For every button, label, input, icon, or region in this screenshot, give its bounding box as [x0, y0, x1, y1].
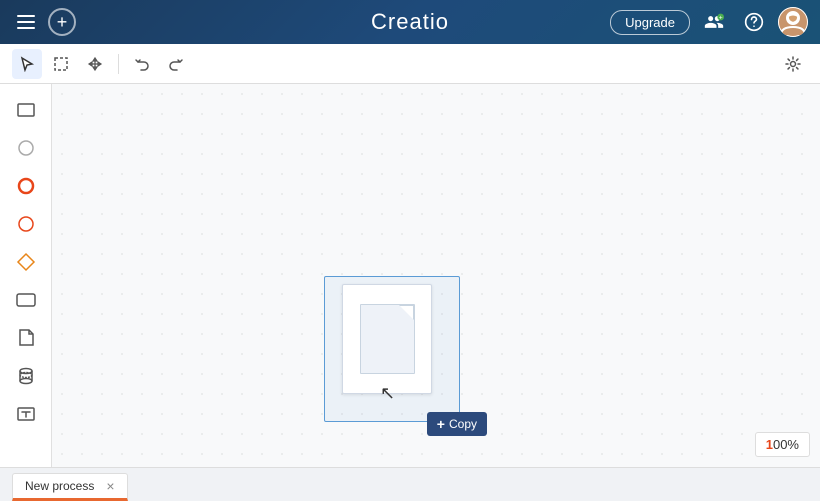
circle-shape-icon	[15, 137, 37, 159]
event-end-tool[interactable]	[8, 206, 44, 242]
help-icon	[744, 12, 764, 32]
hamburger-icon	[17, 15, 35, 29]
move-tool-button[interactable]	[80, 49, 110, 79]
rect-select-icon	[53, 56, 69, 72]
upgrade-button[interactable]: Upgrade	[610, 10, 690, 35]
select-icon	[19, 56, 35, 72]
left-panel	[0, 84, 52, 467]
gateway-icon	[15, 251, 37, 273]
undo-button[interactable]	[127, 49, 157, 79]
toolbar-right	[778, 49, 808, 79]
event-start-icon	[15, 175, 37, 197]
zoom-value: 1	[766, 437, 773, 452]
doc-corner-fill	[400, 306, 413, 319]
database-tool[interactable]	[8, 358, 44, 394]
tab-label: New process	[25, 479, 94, 493]
brand-logo: Creatio	[371, 9, 449, 35]
text-icon	[15, 403, 37, 425]
event-start-tool[interactable]	[8, 168, 44, 204]
database-icon	[15, 365, 37, 387]
text-tool[interactable]	[8, 396, 44, 432]
element-card[interactable]	[342, 284, 432, 394]
help-button[interactable]	[738, 6, 770, 38]
toolbar-left	[12, 49, 191, 79]
tab-close-button[interactable]: ×	[106, 478, 114, 494]
new-process-tab[interactable]: New process ×	[12, 473, 128, 501]
canvas-area[interactable]: ↖ + Copy 100%	[52, 84, 820, 467]
select-tool-button[interactable]	[12, 49, 42, 79]
undo-icon	[134, 56, 150, 72]
navbar-left: +	[12, 8, 76, 36]
main-area: ↖ + Copy 100%	[0, 84, 820, 467]
svg-text:+: +	[719, 15, 723, 22]
avatar-svg	[778, 7, 808, 37]
navbar: + Creatio Upgrade +	[0, 0, 820, 44]
navbar-center: Creatio	[371, 9, 449, 35]
document-shape-icon	[15, 327, 37, 349]
copy-plus-icon: +	[437, 416, 445, 432]
add-person-icon: +	[704, 12, 724, 32]
toolbar-divider	[118, 54, 119, 74]
subprocess-tool[interactable]	[8, 282, 44, 318]
rect-select-button[interactable]	[46, 49, 76, 79]
settings-button[interactable]	[778, 49, 808, 79]
circle-tool[interactable]	[8, 130, 44, 166]
zoom-indicator: 100%	[755, 432, 810, 457]
move-icon	[87, 56, 103, 72]
toolbar	[0, 44, 820, 84]
copy-tooltip[interactable]: + Copy	[427, 412, 487, 436]
tab-bar: New process ×	[0, 467, 820, 501]
event-end-icon	[15, 213, 37, 235]
redo-button[interactable]	[161, 49, 191, 79]
process-element[interactable]: ↖ + Copy	[332, 284, 452, 414]
menu-button[interactable]	[12, 8, 40, 36]
gateway-tool[interactable]	[8, 244, 44, 280]
document-icon	[360, 304, 415, 374]
rectangle-shape-icon	[15, 99, 37, 121]
copy-label: Copy	[449, 417, 477, 431]
zoom-percent: 00%	[773, 437, 799, 452]
plus-icon: +	[57, 12, 68, 33]
rectangle-tool[interactable]	[8, 92, 44, 128]
add-button[interactable]: +	[48, 8, 76, 36]
redo-icon	[168, 56, 184, 72]
avatar-image	[778, 7, 808, 37]
subprocess-icon	[15, 289, 37, 311]
avatar[interactable]	[778, 7, 808, 37]
add-user-button[interactable]: +	[698, 6, 730, 38]
document-tool[interactable]	[8, 320, 44, 356]
navbar-right: Upgrade +	[610, 6, 808, 38]
settings-icon	[785, 56, 801, 72]
